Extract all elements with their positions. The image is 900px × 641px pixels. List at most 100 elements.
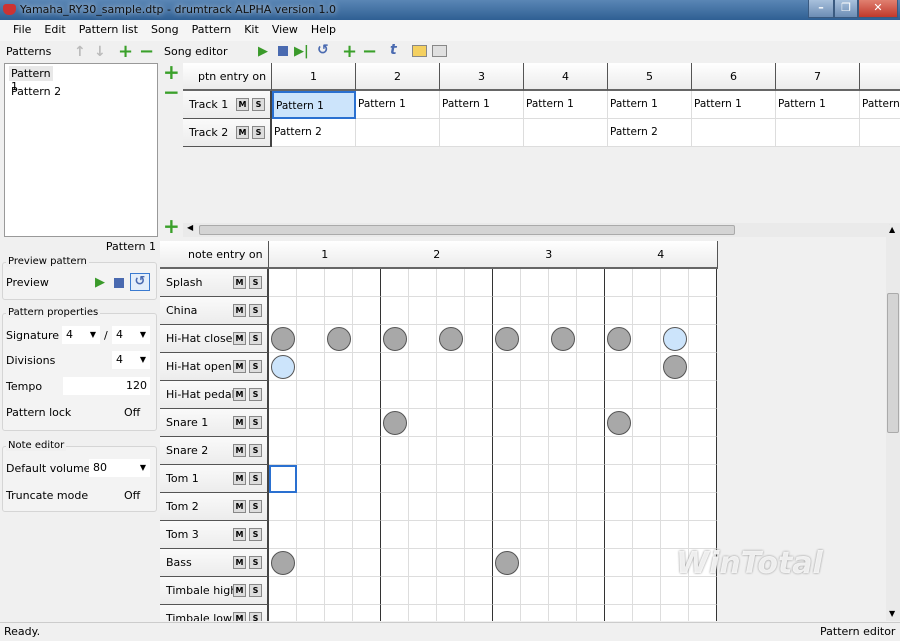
- minimize-button[interactable]: –: [808, 0, 834, 18]
- grid-cell[interactable]: [269, 577, 297, 605]
- song-entry-toggle[interactable]: ptn entry on: [183, 63, 272, 112]
- grid-cell[interactable]: [605, 549, 633, 577]
- grid-cell[interactable]: [577, 409, 605, 437]
- grid-cell[interactable]: [633, 521, 661, 549]
- grid-cell[interactable]: [605, 465, 633, 493]
- grid-cell[interactable]: [633, 297, 661, 325]
- grid-cell[interactable]: [661, 465, 689, 493]
- grid-cell[interactable]: [577, 493, 605, 521]
- song-column-header[interactable]: 6: [692, 63, 776, 91]
- grid-cell[interactable]: [325, 297, 353, 325]
- grid-cell[interactable]: [521, 269, 549, 297]
- grid-cell[interactable]: [353, 325, 381, 353]
- grid-cell[interactable]: [297, 605, 325, 621]
- note[interactable]: [663, 327, 687, 351]
- grid-cell[interactable]: [465, 353, 493, 381]
- note[interactable]: [607, 411, 631, 435]
- scrollbar-thumb[interactable]: [199, 225, 735, 235]
- play-icon[interactable]: ▶: [258, 44, 268, 59]
- song-column-header[interactable]: 7: [776, 63, 860, 91]
- truncate-mode-value[interactable]: Off: [124, 489, 140, 502]
- grid-cell[interactable]: [521, 605, 549, 621]
- grid-cell[interactable]: [297, 493, 325, 521]
- mute-button[interactable]: M: [233, 360, 246, 373]
- grid-cell[interactable]: [353, 353, 381, 381]
- note[interactable]: [271, 551, 295, 575]
- grid-cell[interactable]: [689, 521, 717, 549]
- grid-cell[interactable]: [269, 437, 297, 465]
- play-from-icon[interactable]: ▶|: [294, 44, 309, 59]
- grid-cell[interactable]: [661, 605, 689, 621]
- grid-cell[interactable]: [549, 381, 577, 409]
- grid-cell[interactable]: [577, 521, 605, 549]
- grid-cell[interactable]: [493, 409, 521, 437]
- grid-cell[interactable]: [409, 465, 437, 493]
- grid-cell[interactable]: [689, 269, 717, 297]
- grid-cell[interactable]: [353, 493, 381, 521]
- preview-stop-icon[interactable]: [114, 278, 124, 288]
- grid-cell[interactable]: [381, 437, 409, 465]
- grid-cell[interactable]: [465, 297, 493, 325]
- grid-cell[interactable]: [633, 605, 661, 621]
- grid-cell[interactable]: [661, 577, 689, 605]
- grid-cell[interactable]: [661, 521, 689, 549]
- grid-cell[interactable]: [633, 437, 661, 465]
- grid-cell[interactable]: [353, 465, 381, 493]
- grid-cell[interactable]: [269, 297, 297, 325]
- song-cell[interactable]: Pattern 1: [440, 91, 524, 119]
- grid-cell[interactable]: [409, 409, 437, 437]
- grid-cell[interactable]: [493, 493, 521, 521]
- grid-cell[interactable]: [325, 353, 353, 381]
- song-cell[interactable]: [860, 119, 900, 147]
- grid-cell[interactable]: [689, 465, 717, 493]
- signature-numerator-select[interactable]: 4 ▼: [62, 326, 100, 344]
- stop-icon[interactable]: [278, 46, 288, 56]
- grid-cell[interactable]: [465, 521, 493, 549]
- grid-cell[interactable]: [493, 577, 521, 605]
- grid-cell[interactable]: [297, 325, 325, 353]
- solo-button[interactable]: S: [249, 276, 262, 289]
- mute-button[interactable]: M: [233, 388, 246, 401]
- grid-cell[interactable]: [381, 381, 409, 409]
- grid-cell[interactable]: [325, 269, 353, 297]
- grid-cell[interactable]: [549, 577, 577, 605]
- grid-cell[interactable]: [661, 493, 689, 521]
- grid-cell[interactable]: [325, 465, 353, 493]
- grid-cell[interactable]: [521, 465, 549, 493]
- grid-cell[interactable]: [577, 577, 605, 605]
- note-entry-toggle[interactable]: note entry on: [160, 241, 269, 290]
- song-cell[interactable]: Pattern 1: [524, 91, 608, 119]
- grid-cell[interactable]: [409, 269, 437, 297]
- grid-cell[interactable]: [493, 269, 521, 297]
- scrollbar-thumb[interactable]: [887, 293, 899, 433]
- song-track-header[interactable]: Track 2 MS: [183, 119, 272, 147]
- grid-vertical-scrollbar[interactable]: ▲ ▼: [886, 225, 900, 621]
- grid-cell[interactable]: [689, 437, 717, 465]
- song-cell[interactable]: [692, 119, 776, 147]
- grid-cell[interactable]: [521, 381, 549, 409]
- pattern-list-item[interactable]: Pattern 1: [9, 66, 53, 93]
- instrument-header[interactable]: Hi-Hat pedal M S: [160, 381, 269, 409]
- delete-column-icon[interactable]: [432, 45, 447, 57]
- grid-cell[interactable]: [633, 353, 661, 381]
- mute-button[interactable]: M: [233, 416, 246, 429]
- mute-button[interactable]: M: [233, 332, 246, 345]
- mute-button[interactable]: M: [236, 98, 249, 111]
- grid-cell[interactable]: [605, 493, 633, 521]
- solo-button[interactable]: S: [249, 332, 262, 345]
- grid-cell[interactable]: [465, 437, 493, 465]
- grid-cell[interactable]: [633, 577, 661, 605]
- preview-play-icon[interactable]: ▶: [95, 275, 105, 290]
- grid-cell[interactable]: [633, 465, 661, 493]
- grid-cell[interactable]: [297, 269, 325, 297]
- song-column-header[interactable]: 3: [440, 63, 524, 91]
- solo-button[interactable]: S: [249, 304, 262, 317]
- grid-cell[interactable]: [521, 521, 549, 549]
- grid-cell[interactable]: [325, 521, 353, 549]
- grid-cell[interactable]: [437, 437, 465, 465]
- solo-button[interactable]: S: [249, 360, 262, 373]
- grid-cell[interactable]: [661, 297, 689, 325]
- solo-button[interactable]: S: [249, 500, 262, 513]
- grid-cell[interactable]: [493, 353, 521, 381]
- grid-cell[interactable]: [353, 605, 381, 621]
